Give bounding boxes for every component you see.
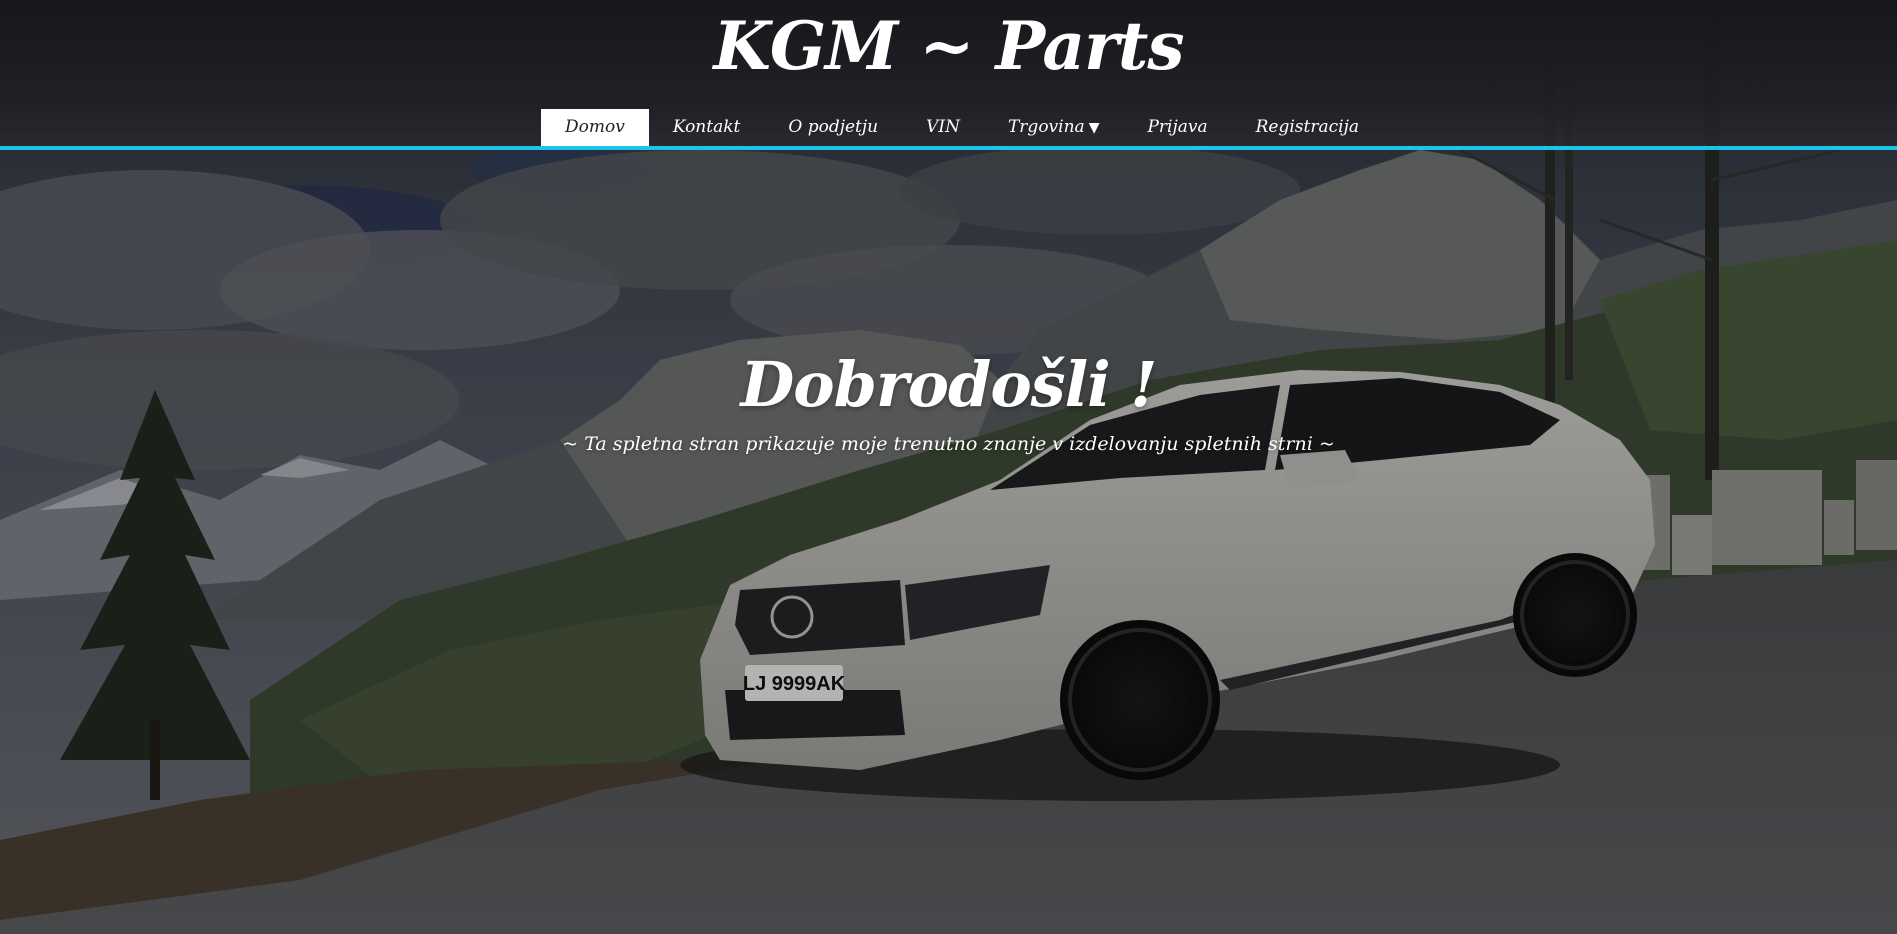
nav-item-trgovina[interactable]: Trgovina ▼	[984, 109, 1124, 146]
nav-item-registracija[interactable]: Registracija	[1232, 109, 1383, 146]
caret-down-icon: ▼	[1088, 120, 1100, 136]
home-page: LJ 9999AK KGM ~ Parts Domov Kontakt O po…	[0, 0, 1897, 934]
main-nav: Domov Kontakt O podjetju VIN Trgovina ▼ P…	[541, 109, 1383, 146]
header-accent-divider	[0, 146, 1897, 150]
hero-title: Dobrodošli !	[740, 348, 1157, 421]
nav-item-domov[interactable]: Domov	[541, 109, 649, 146]
nav-item-trgovina-label: Trgovina	[1007, 117, 1085, 137]
site-header: KGM ~ Parts Domov Kontakt O podjetju VIN…	[0, 0, 1897, 147]
hero-subtitle: ~ Ta spletna stran prikazuje moje trenut…	[562, 433, 1335, 455]
nav-item-prijava[interactable]: Prijava	[1123, 109, 1231, 146]
nav-item-vin[interactable]: VIN	[902, 109, 984, 146]
nav-item-kontakt[interactable]: Kontakt	[649, 109, 765, 146]
nav-item-o-podjetju[interactable]: O podjetju	[764, 109, 902, 146]
site-title[interactable]: KGM ~ Parts	[0, 4, 1897, 88]
